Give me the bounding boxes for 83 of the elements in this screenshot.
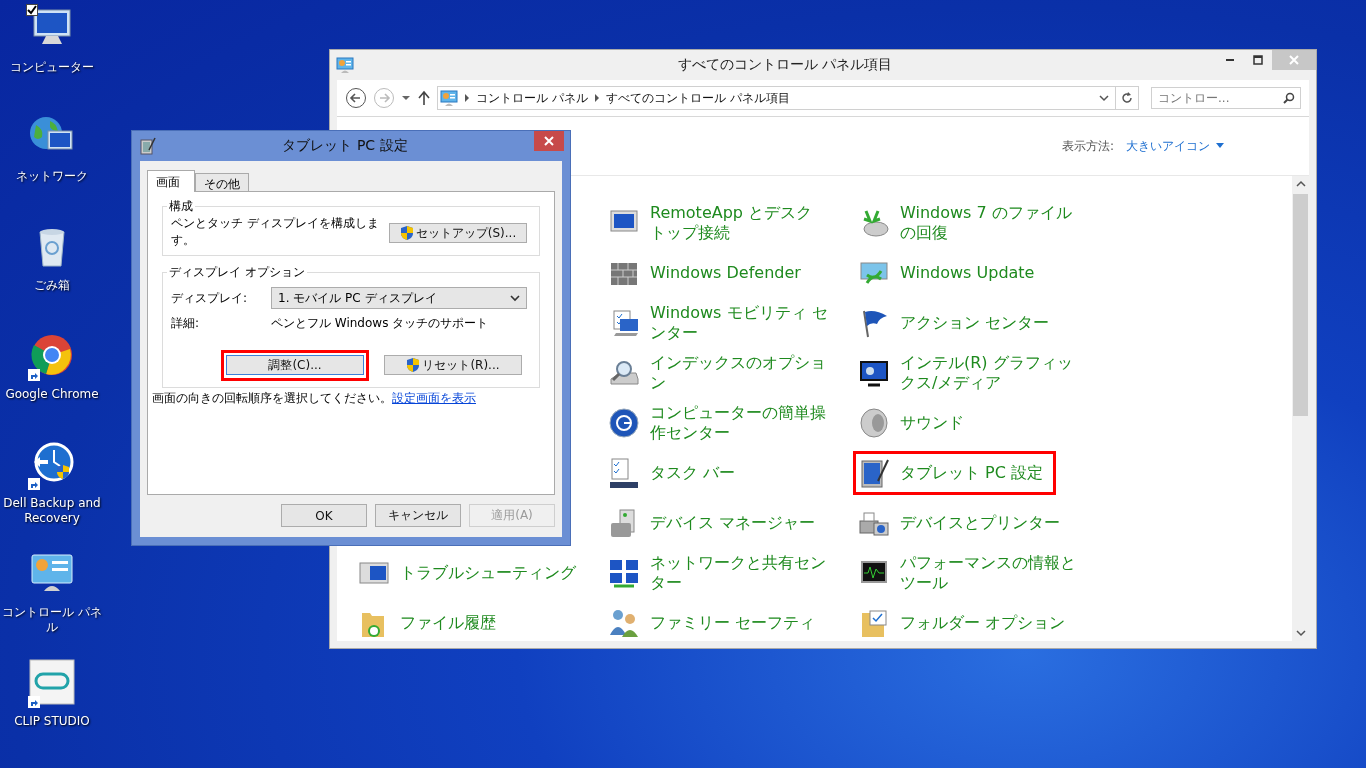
control-panel-item[interactable]: コンピューターの簡単操作センター — [603, 397, 835, 449]
close-icon — [544, 136, 554, 146]
control-panel-item[interactable]: フォルダー オプション — [853, 601, 1085, 641]
instruction-text: 画面の向きの回転順序を選択してください。設定画面を表示 — [152, 390, 477, 407]
network-icon — [608, 557, 640, 589]
window-title: すべてのコントロール パネル項目 — [676, 56, 894, 74]
chevron-down-icon — [510, 294, 520, 302]
detail-value: ペンとフル Windows タッチのサポート — [271, 315, 489, 332]
control-panel-item[interactable]: Windows 7 のファイルの回復 — [853, 197, 1085, 249]
control-panel-item[interactable]: サウンド — [853, 401, 1085, 445]
control-panel-item[interactable]: デバイス マネージャー — [603, 501, 835, 545]
maximize-icon — [1253, 55, 1263, 65]
shield-icon — [406, 357, 421, 373]
up-arrow-icon[interactable] — [417, 90, 431, 106]
display-dropdown[interactable]: 1. モバイル PC ディスプレイ — [271, 287, 527, 309]
control-panel-item[interactable]: ファミリー セーフティ — [603, 601, 835, 641]
control-panel-icon — [440, 89, 458, 107]
close-button[interactable] — [534, 131, 564, 151]
control-panel-item[interactable]: RemoteApp とデスクトップ接続 — [603, 197, 835, 249]
setup-button[interactable]: セットアップ(S)... — [389, 223, 527, 243]
description-text: ペンとタッチ ディスプレイを構成します。 — [171, 215, 380, 249]
control-panel-item[interactable]: ネットワークと共有センター — [603, 547, 835, 599]
close-icon — [1289, 55, 1299, 65]
control-panel-item[interactable]: タブレット PC 設定 — [853, 451, 1056, 495]
icon-label[interactable]: コンピューター — [0, 60, 104, 75]
button[interactable]: 調整(C)... — [226, 355, 364, 375]
dropdown-icon[interactable] — [401, 93, 411, 103]
search-icon[interactable] — [1283, 92, 1295, 104]
field-label: 詳細: — [171, 315, 201, 332]
icon-label[interactable]: Google Chrome — [0, 387, 104, 402]
dropdown-icon[interactable] — [1099, 93, 1109, 103]
button[interactable]: OK — [281, 504, 367, 527]
icon-label[interactable]: コントロール パネル — [0, 605, 104, 635]
control-panel-item[interactable]: インデックスのオプション — [603, 347, 835, 399]
control-panel-item[interactable]: ファイル履歴 — [353, 601, 585, 641]
breadcrumb[interactable]: コントロール パネル — [476, 89, 588, 107]
scroll-thumb[interactable] — [1293, 194, 1308, 416]
control-panel-item[interactable]: Windows Update — [853, 251, 1085, 295]
tablet-pen-icon — [858, 457, 890, 489]
icon-label[interactable]: CLIP STUDIO — [0, 714, 104, 729]
shield-icon — [399, 225, 414, 241]
caret-icon[interactable] — [1216, 143, 1224, 149]
button[interactable]: キャンセル — [375, 504, 461, 527]
control-panel-item[interactable]: デバイスとプリンター — [853, 501, 1085, 545]
check-icon — [27, 5, 37, 15]
control-panel-item[interactable]: トラブルシューティング — [353, 551, 585, 595]
control-panel-item[interactable]: アクション センター — [853, 301, 1085, 345]
checkbox[interactable] — [26, 4, 38, 16]
group-title: 構成 — [168, 198, 194, 215]
tab[interactable]: 画面 — [147, 170, 195, 192]
icon-label[interactable]: Dell Backup and Recovery — [0, 496, 104, 526]
app-logo-icon[interactable] — [26, 658, 78, 706]
refresh-icon — [1121, 92, 1133, 104]
tablet-pen-icon — [140, 137, 156, 155]
control-panel-icon — [336, 56, 354, 74]
address-field[interactable]: コントロール パネル すべてのコントロール パネル項目 — [437, 86, 1116, 110]
window-title: タブレット PC 設定 — [281, 137, 409, 155]
control-panel-item[interactable]: パフォーマンスの情報とツール — [853, 547, 1085, 599]
tab[interactable]: その他 — [195, 173, 249, 191]
icon-label[interactable]: ごみ箱 — [0, 278, 104, 293]
control-panel-item[interactable]: タスク バー — [603, 451, 835, 495]
control-panel-item[interactable]: Windows モビリティ センター — [603, 297, 835, 349]
back-icon[interactable] — [345, 87, 367, 109]
scroll-up-icon[interactable] — [1295, 180, 1306, 188]
chevron-icon — [464, 94, 470, 102]
group-title: ディスプレイ オプション — [168, 264, 306, 281]
control-panel-item[interactable]: インテル(R) グラフィックス/メディア — [853, 347, 1085, 399]
refresh-button[interactable] — [1115, 86, 1139, 110]
field-label: ディスプレイ: — [171, 289, 249, 307]
button[interactable]: リセット(R)... — [384, 355, 522, 375]
control-panel-item[interactable]: Windows Defender — [603, 251, 835, 295]
taskbar-icon — [608, 457, 640, 489]
chevron-icon — [593, 94, 600, 102]
view-mode-link[interactable]: 大きいアイコン — [1126, 137, 1210, 155]
settings-link[interactable]: 設定画面を表示 — [392, 391, 476, 405]
view-label: 表示方法: — [1061, 137, 1114, 155]
people-icon — [608, 607, 640, 639]
scroll-down-icon[interactable] — [1295, 629, 1306, 637]
search-field[interactable]: コントロー... — [1151, 87, 1301, 109]
minimize-icon — [1226, 59, 1234, 61]
speaker-icon — [858, 407, 890, 439]
breadcrumb[interactable]: すべてのコントロール パネル項目 — [605, 89, 790, 107]
icon-label[interactable]: ネットワーク — [0, 169, 104, 184]
